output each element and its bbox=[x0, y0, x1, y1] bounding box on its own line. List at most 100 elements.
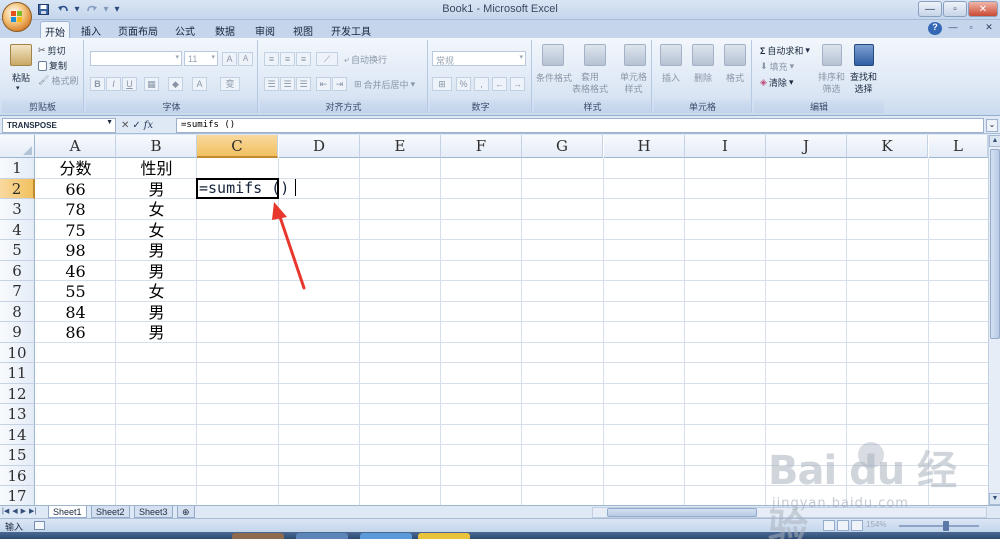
number-format-box[interactable]: 常规 ▾ bbox=[432, 51, 526, 66]
column-header-h[interactable]: H bbox=[604, 135, 685, 158]
autosum-button[interactable]: Σ 自动求和 ▾ bbox=[760, 44, 810, 57]
taskbar-item[interactable] bbox=[232, 533, 284, 539]
cell-a9[interactable]: 86 bbox=[35, 322, 116, 342]
taskbar-item[interactable] bbox=[418, 533, 470, 539]
tab-insert[interactable]: 插入 bbox=[76, 21, 106, 38]
clear-button[interactable]: ◈ 清除 ▾ bbox=[760, 76, 793, 89]
row-header-2[interactable]: 2 bbox=[0, 178, 35, 199]
tab-view[interactable]: 视图 bbox=[288, 21, 318, 38]
align-top-button[interactable]: ≡ bbox=[264, 52, 279, 66]
row-header-11[interactable]: 11 bbox=[0, 363, 35, 384]
fill-button[interactable]: ⬇ 填充 ▾ bbox=[760, 60, 794, 73]
column-header-e[interactable]: E bbox=[360, 135, 441, 158]
borders-button[interactable]: ▦ bbox=[144, 77, 159, 91]
currency-button[interactable]: ⊞ bbox=[432, 77, 452, 91]
shrink-font-button[interactable]: A bbox=[238, 52, 253, 66]
zoom-level[interactable]: 154% bbox=[866, 520, 886, 529]
cell-a5[interactable]: 98 bbox=[35, 240, 116, 260]
office-button[interactable] bbox=[2, 2, 32, 32]
sort-filter-button[interactable]: 排序和 筛选 bbox=[818, 71, 845, 95]
find-select-button[interactable]: 查找和 选择 bbox=[850, 71, 877, 95]
sheet-tab-sheet3[interactable]: Sheet3 bbox=[134, 506, 173, 518]
cell-a7[interactable]: 55 bbox=[35, 281, 116, 301]
bold-button[interactable]: B bbox=[90, 77, 105, 91]
expand-formula-bar-icon[interactable]: ⌄ bbox=[986, 119, 998, 132]
scroll-down-button[interactable]: ▼ bbox=[989, 493, 1000, 505]
row-header-4[interactable]: 4 bbox=[0, 219, 35, 240]
orientation-button[interactable]: ⟋ bbox=[316, 52, 338, 66]
column-header-i[interactable]: I bbox=[685, 135, 766, 158]
workbook-close-button[interactable]: ✕ bbox=[982, 22, 996, 35]
taskbar-item[interactable] bbox=[296, 533, 348, 539]
vertical-scroll-thumb[interactable] bbox=[990, 149, 1000, 339]
align-middle-button[interactable]: ≡ bbox=[280, 52, 295, 66]
column-header-d[interactable]: D bbox=[279, 135, 360, 158]
font-size-box[interactable]: 11 ▾ bbox=[184, 51, 218, 66]
normal-view-button[interactable] bbox=[823, 520, 835, 531]
cell-a2[interactable]: 66 bbox=[35, 179, 116, 199]
increase-indent-button[interactable]: ⇥ bbox=[332, 77, 347, 91]
sheet-tab-sheet2[interactable]: Sheet2 bbox=[91, 506, 130, 518]
column-header-f[interactable]: F bbox=[441, 135, 522, 158]
tab-page-layout[interactable]: 页面布局 bbox=[114, 21, 162, 38]
column-header-b[interactable]: B bbox=[116, 135, 197, 158]
conditional-format-button[interactable]: 条件格式 bbox=[536, 71, 572, 84]
row-header-15[interactable]: 15 bbox=[0, 445, 35, 466]
active-cell-c2[interactable]: =sumifs () bbox=[196, 177, 289, 199]
vertical-scrollbar[interactable]: ▲ ▼ bbox=[988, 135, 1000, 505]
select-all-button[interactable] bbox=[0, 135, 35, 158]
zoom-slider-knob[interactable] bbox=[943, 521, 949, 531]
cell-styles-button[interactable]: 单元格 样式 bbox=[620, 71, 647, 95]
row-header-5[interactable]: 5 bbox=[0, 240, 35, 261]
cell-a4[interactable]: 75 bbox=[35, 220, 116, 240]
formula-input[interactable]: =sumifs () bbox=[176, 118, 984, 133]
column-header-l[interactable]: L bbox=[929, 135, 988, 158]
scroll-up-button[interactable]: ▲ bbox=[989, 135, 1000, 147]
sheet-tab-sheet1[interactable]: Sheet1 bbox=[48, 506, 87, 518]
paste-dropdown-icon[interactable]: ▾ bbox=[16, 84, 20, 92]
row-header-10[interactable]: 10 bbox=[0, 342, 35, 363]
merge-center-button[interactable]: ⊞ 合并后居中 ▾ bbox=[354, 78, 415, 91]
cancel-formula-button[interactable]: ✕ bbox=[121, 120, 129, 131]
phonetic-button[interactable]: 变 bbox=[220, 77, 240, 91]
italic-button[interactable]: I bbox=[106, 77, 121, 91]
row-header-14[interactable]: 14 bbox=[0, 424, 35, 445]
column-header-g[interactable]: G bbox=[522, 135, 603, 158]
delete-cells-button[interactable]: 删除 bbox=[694, 71, 712, 84]
minimize-button[interactable]: — bbox=[918, 1, 942, 17]
align-right-button[interactable]: ☰ bbox=[296, 77, 311, 91]
align-left-button[interactable]: ☰ bbox=[264, 77, 279, 91]
close-button[interactable]: ✕ bbox=[968, 1, 998, 17]
column-header-c[interactable]: C bbox=[197, 135, 278, 158]
prev-sheet-icon[interactable]: ◀ bbox=[12, 507, 17, 515]
comma-button[interactable]: , bbox=[474, 77, 489, 91]
tab-formulas[interactable]: 公式 bbox=[170, 21, 200, 38]
cell-b3[interactable]: 女 bbox=[116, 199, 197, 219]
decrease-decimal-button[interactable]: → bbox=[510, 77, 525, 91]
row-header-9[interactable]: 9 bbox=[0, 322, 35, 343]
tab-developer[interactable]: 开发工具 bbox=[327, 21, 375, 38]
format-cells-button[interactable]: 格式 bbox=[726, 71, 744, 84]
taskbar-item[interactable] bbox=[360, 533, 412, 539]
column-header-k[interactable]: K bbox=[847, 135, 928, 158]
cell-a3[interactable]: 78 bbox=[35, 199, 116, 219]
row-header-3[interactable]: 3 bbox=[0, 199, 35, 220]
cell-b9[interactable]: 男 bbox=[116, 322, 197, 342]
percent-button[interactable]: % bbox=[456, 77, 471, 91]
row-header-6[interactable]: 6 bbox=[0, 260, 35, 281]
name-box[interactable]: TRANSPOSE ▼ bbox=[2, 118, 116, 133]
last-sheet-icon[interactable]: ▶| bbox=[29, 507, 36, 515]
cell-a8[interactable]: 84 bbox=[35, 302, 116, 322]
format-as-table-button[interactable]: 套用 表格格式 bbox=[572, 71, 608, 95]
font-color-button[interactable]: A bbox=[192, 77, 207, 91]
align-center-button[interactable]: ☰ bbox=[280, 77, 295, 91]
row-header-17[interactable]: 17 bbox=[0, 486, 35, 505]
font-name-box[interactable]: ▾ bbox=[90, 51, 182, 66]
decrease-indent-button[interactable]: ⇤ bbox=[316, 77, 331, 91]
macro-record-icon[interactable] bbox=[34, 521, 45, 530]
grow-font-button[interactable]: A bbox=[222, 52, 237, 66]
cell-b1[interactable]: 性别 bbox=[116, 158, 197, 178]
workbook-minimize-button[interactable]: — bbox=[946, 22, 960, 35]
row-header-8[interactable]: 8 bbox=[0, 301, 35, 322]
page-break-view-button[interactable] bbox=[851, 520, 863, 531]
